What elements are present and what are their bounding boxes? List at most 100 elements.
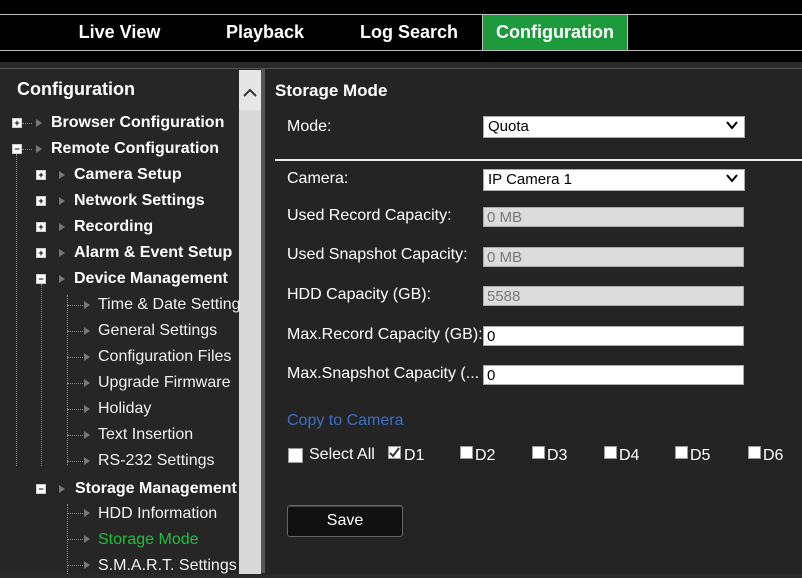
sidebar-item-network-settings[interactable]: Network Settings	[74, 189, 205, 213]
mode-label: Mode:	[287, 118, 332, 135]
tree-line	[16, 154, 17, 466]
chevron-up-icon	[243, 88, 257, 97]
used-snapshot-capacity-label: Used Snapshot Capacity:	[287, 246, 468, 263]
triangle-right-icon	[84, 535, 90, 543]
scroll-up-button[interactable]	[239, 70, 261, 110]
tab-configuration[interactable]: Configuration	[482, 15, 628, 50]
camera-d6-label: D6	[763, 447, 784, 464]
sidebar-scrollbar[interactable]	[239, 70, 261, 574]
tree-line	[67, 461, 83, 462]
sidebar-item-storage-management[interactable]: Storage Management	[75, 477, 237, 501]
chevron-down-icon	[726, 174, 738, 183]
tree-line	[67, 539, 83, 540]
sidebar-item-hdd-information[interactable]: HDD Information	[98, 502, 217, 526]
tab-live-view[interactable]: Live View	[57, 15, 182, 50]
camera-d4-label: D4	[619, 447, 640, 464]
triangle-right-icon	[84, 457, 90, 465]
max-record-capacity-input[interactable]: 0	[483, 326, 744, 346]
camera-d4-checkbox[interactable]	[604, 446, 617, 459]
camera-label: Camera:	[287, 170, 349, 187]
mode-select[interactable]: Quota	[483, 116, 745, 138]
tree-line	[22, 149, 32, 150]
camera-select[interactable]: IP Camera 1	[483, 169, 745, 191]
tree-line	[22, 123, 32, 124]
triangle-right-icon	[59, 485, 65, 493]
sidebar-item-general-settings[interactable]: General Settings	[98, 319, 217, 343]
camera-d2-label: D2	[475, 447, 496, 464]
max-snapshot-capacity-input[interactable]: 0	[483, 365, 744, 385]
chevron-down-icon	[726, 121, 738, 130]
sidebar-item-recording[interactable]: Recording	[74, 215, 153, 239]
expand-icon[interactable]: +	[36, 196, 46, 206]
tree-line	[67, 383, 83, 384]
collapse-icon[interactable]: −	[36, 484, 46, 494]
triangle-right-icon	[59, 171, 65, 179]
triangle-right-icon	[84, 405, 90, 413]
camera-d3-label: D3	[547, 447, 568, 464]
sidebar-item-alarm-event-setup[interactable]: Alarm & Event Setup	[74, 241, 232, 265]
expand-icon[interactable]: +	[12, 118, 22, 128]
hdd-capacity-field: 5588	[483, 286, 744, 306]
triangle-right-icon	[59, 223, 65, 231]
tree-line	[67, 295, 68, 465]
expand-icon[interactable]: +	[36, 170, 46, 180]
sidebar-item-browser-configuration[interactable]: Browser Configuration	[51, 111, 224, 135]
sidebar-item-remote-configuration[interactable]: Remote Configuration	[51, 137, 219, 161]
sidebar: Configuration + Browser Configuration − …	[0, 68, 261, 574]
sidebar-item-time-date-setting[interactable]: Time & Date Setting	[98, 293, 241, 317]
triangle-right-icon	[84, 301, 90, 309]
triangle-right-icon	[84, 353, 90, 361]
checkmark-icon	[389, 447, 400, 458]
mode-value: Quota	[488, 118, 529, 135]
select-all-checkbox[interactable]	[288, 448, 303, 463]
max-record-capacity-label: Max.Record Capacity (GB):	[287, 326, 483, 343]
sidebar-item-holiday[interactable]: Holiday	[98, 397, 151, 421]
camera-d5-checkbox[interactable]	[675, 446, 688, 459]
sidebar-item-storage-mode[interactable]: Storage Mode	[98, 528, 199, 552]
sidebar-item-smart-settings[interactable]: S.M.A.R.T. Settings	[98, 554, 237, 578]
max-snapshot-capacity-label: Max.Snapshot Capacity (...	[287, 365, 480, 382]
save-button[interactable]: Save	[287, 505, 403, 537]
copy-to-camera-heading: Copy to Camera	[287, 412, 404, 429]
triangle-right-icon	[84, 509, 90, 517]
camera-d5-label: D5	[690, 447, 711, 464]
triangle-right-icon	[59, 275, 65, 283]
storage-mode-panel: Storage Mode Mode: Quota Camera: IP Came…	[265, 68, 802, 574]
sidebar-item-configuration-files[interactable]: Configuration Files	[98, 345, 231, 369]
expand-icon[interactable]: +	[36, 248, 46, 258]
sidebar-item-camera-setup[interactable]: Camera Setup	[74, 163, 182, 187]
triangle-right-icon	[59, 249, 65, 257]
camera-d2-checkbox[interactable]	[460, 446, 473, 459]
select-all-label: Select All	[309, 446, 375, 463]
sidebar-title: Configuration	[17, 79, 135, 99]
tree-line	[67, 331, 83, 332]
sidebar-item-text-insertion[interactable]: Text Insertion	[98, 423, 193, 447]
expand-icon[interactable]: +	[36, 222, 46, 232]
sidebar-item-rs232-settings[interactable]: RS-232 Settings	[98, 449, 215, 473]
triangle-right-icon	[36, 119, 42, 127]
page-title: Storage Mode	[275, 81, 388, 100]
collapse-icon[interactable]: −	[12, 144, 22, 154]
tab-playback[interactable]: Playback	[200, 15, 330, 50]
tree-line	[67, 409, 83, 410]
tab-log-search[interactable]: Log Search	[348, 15, 470, 50]
camera-value: IP Camera 1	[488, 171, 572, 188]
camera-d1-label: D1	[404, 447, 425, 464]
tree-line	[67, 305, 83, 306]
camera-d6-checkbox[interactable]	[748, 446, 761, 459]
camera-d1-checkbox[interactable]	[388, 446, 401, 459]
triangle-right-icon	[59, 197, 65, 205]
camera-d3-checkbox[interactable]	[532, 446, 545, 459]
triangle-right-icon	[84, 431, 90, 439]
used-record-capacity-label: Used Record Capacity:	[287, 207, 452, 224]
sidebar-item-device-management[interactable]: Device Management	[74, 267, 228, 291]
hdd-capacity-label: HDD Capacity (GB):	[287, 286, 432, 303]
tree-line	[67, 435, 83, 436]
tree-line	[41, 284, 42, 466]
section-divider	[275, 159, 802, 161]
used-snapshot-capacity-field: 0 MB	[483, 247, 744, 267]
collapse-icon[interactable]: −	[36, 274, 46, 284]
tree-line	[67, 513, 83, 514]
sidebar-item-upgrade-firmware[interactable]: Upgrade Firmware	[98, 371, 230, 395]
tree-line	[67, 357, 83, 358]
